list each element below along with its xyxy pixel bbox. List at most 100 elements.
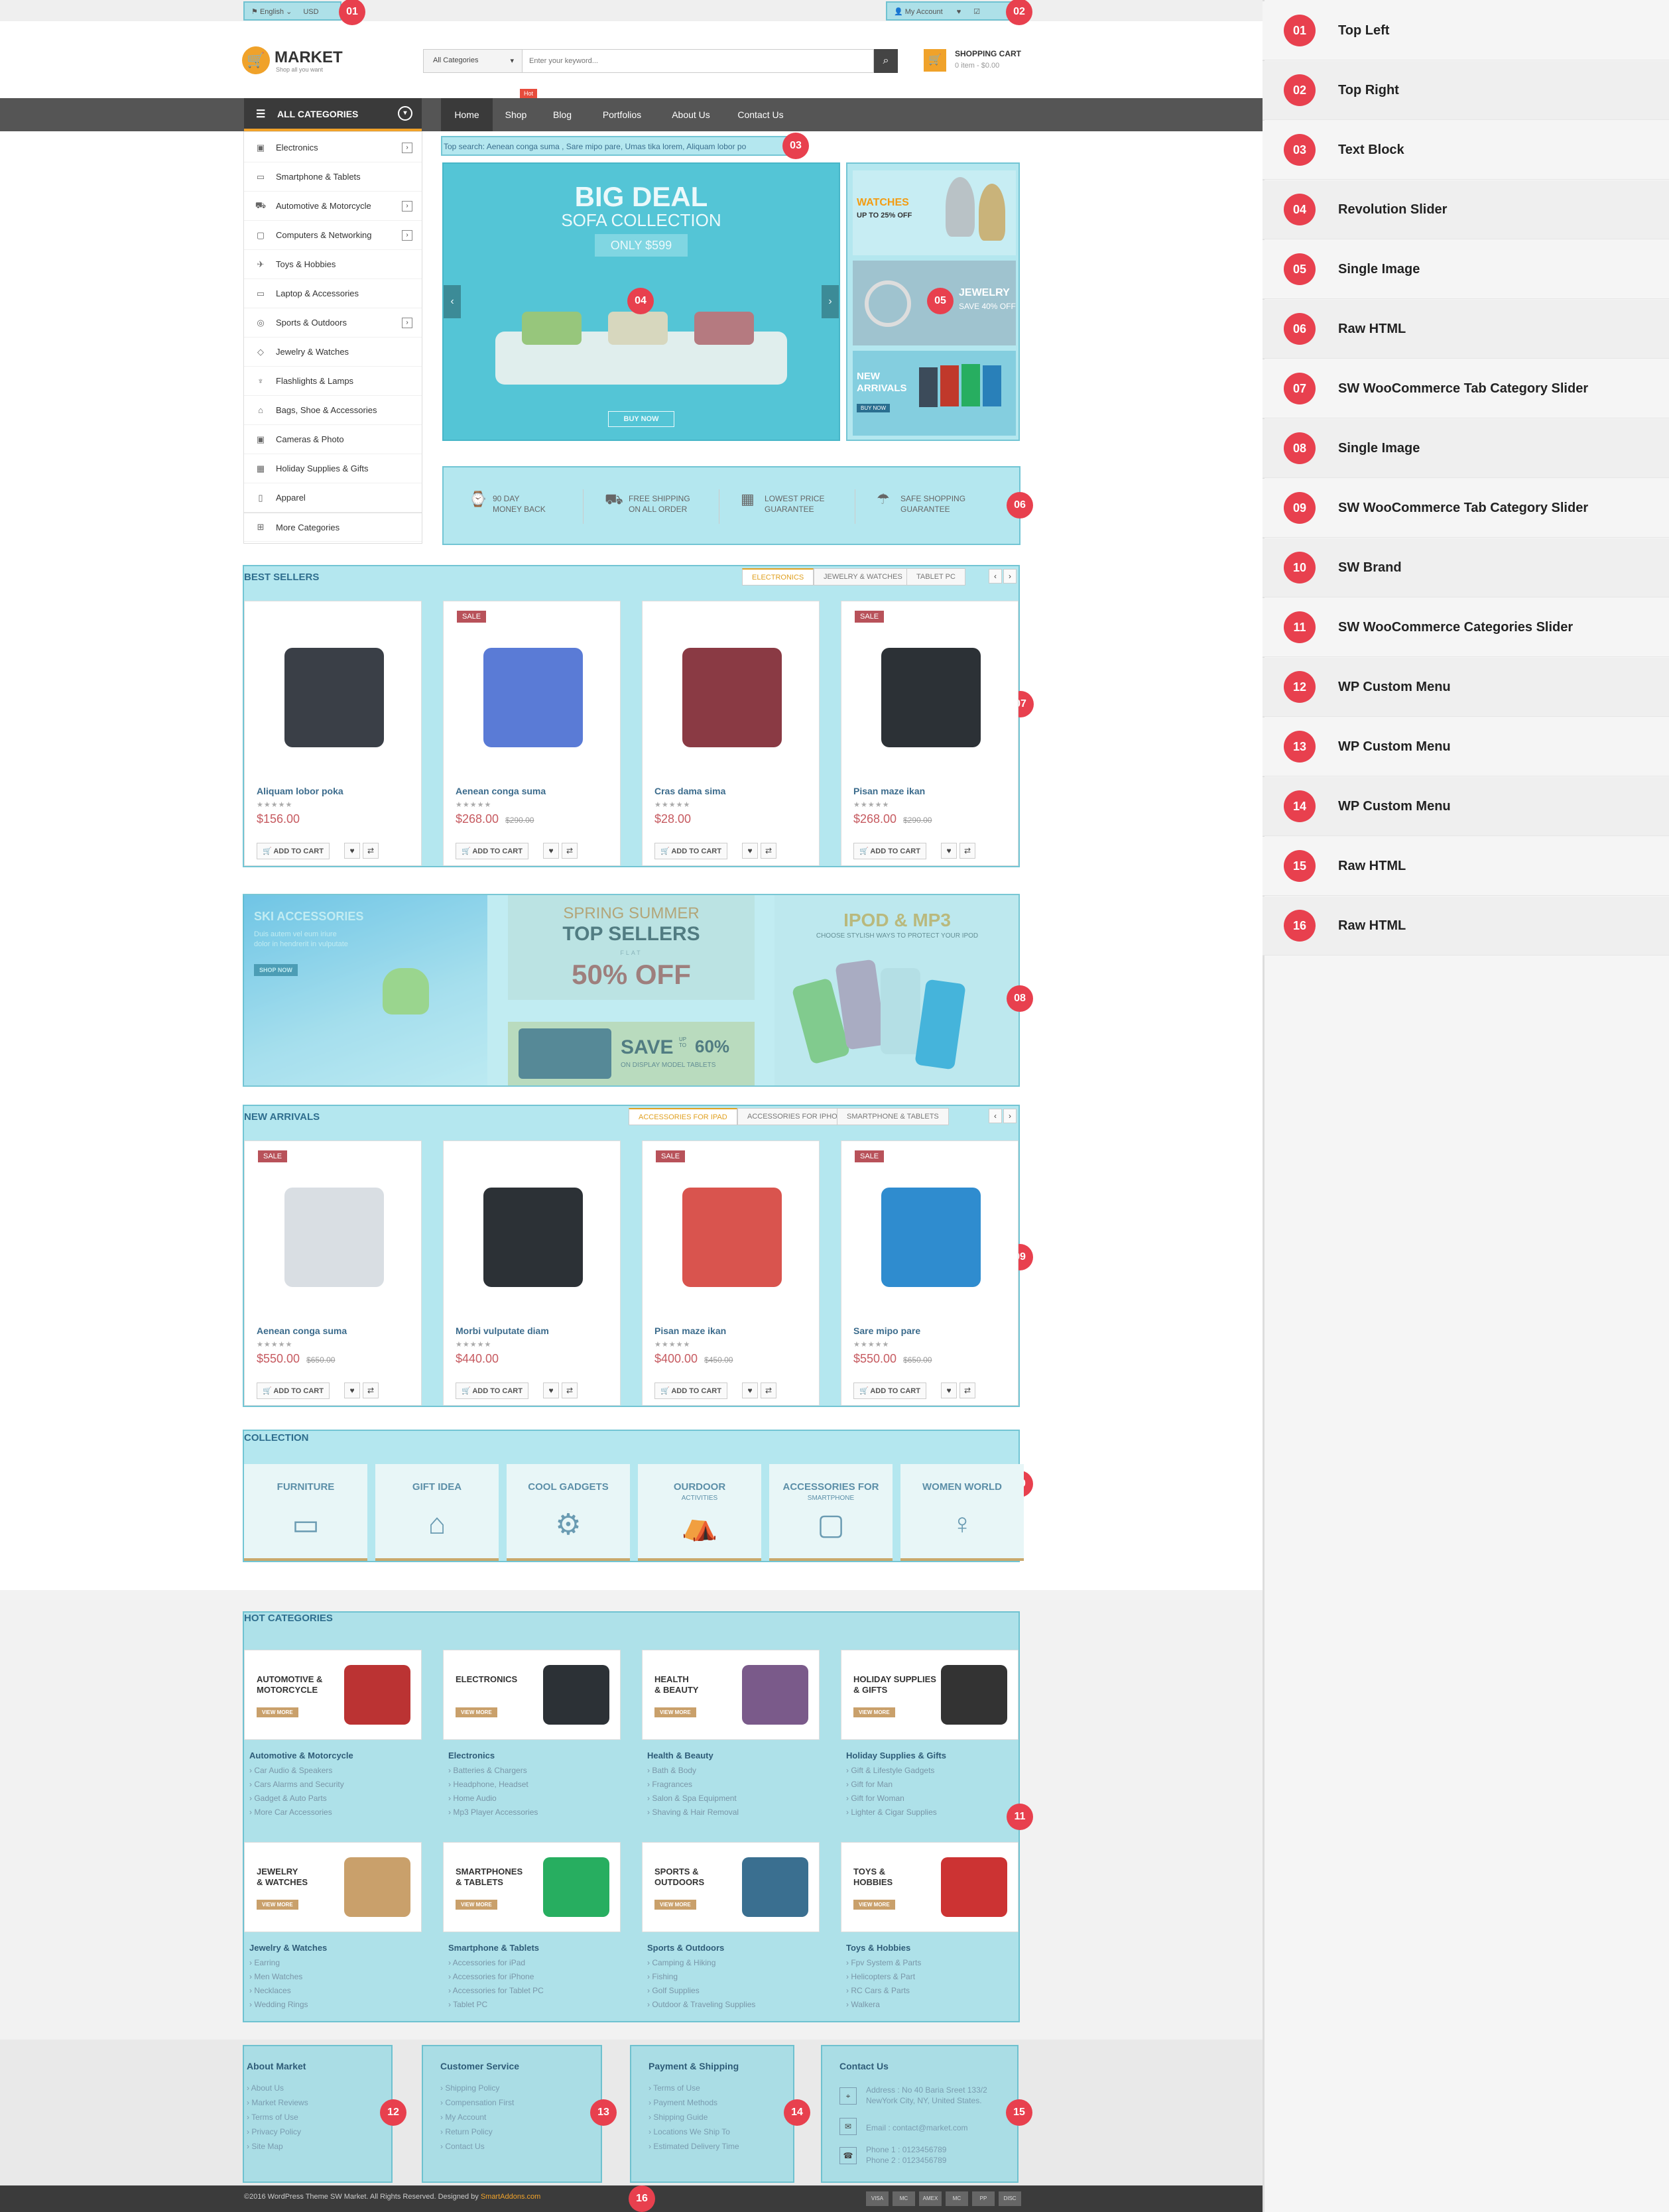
add-to-cart-button[interactable]: 🛒 ADD TO CART (853, 1382, 926, 1399)
hot-category-link[interactable]: › Shaving & Hair Removal (647, 1806, 739, 1819)
hot-category-link[interactable]: › Batteries & Chargers (448, 1764, 527, 1778)
footer-link[interactable]: › Estimated Delivery Time (649, 2139, 792, 2154)
product-name[interactable]: Cras dama sima (654, 786, 725, 796)
product-image[interactable] (682, 648, 782, 747)
compare-icon[interactable]: ⇄ (959, 843, 975, 859)
add-to-cart-button[interactable]: 🛒 ADD TO CART (654, 1382, 727, 1399)
tabs-prev-arrow[interactable]: ‹ (989, 569, 1002, 584)
footer-link[interactable]: › Payment Methods (649, 2095, 792, 2110)
hot-category-link[interactable]: › Gift for Woman (846, 1792, 904, 1806)
view-more-button[interactable]: VIEW MORE (456, 1707, 497, 1717)
nav-home[interactable]: Home (441, 98, 493, 131)
hot-category-banner[interactable]: TOYS & HOBBIES VIEW MORE (841, 1842, 1019, 1932)
chevron-right-icon[interactable]: › (402, 142, 412, 153)
hot-category-banner[interactable]: ELECTRONICS VIEW MORE (443, 1650, 621, 1740)
product-card[interactable]: SALE Pisan maze ikan ★★★★★ $268.00 $290.00 🛒 … (841, 601, 1019, 866)
product-name[interactable]: Aenean conga suma (257, 1325, 347, 1336)
hot-category-link[interactable]: › Accessories for iPhone (448, 1970, 534, 1984)
product-name[interactable]: Pisan maze ikan (853, 786, 925, 796)
hot-category-link[interactable]: › Camping & Hiking (647, 1956, 715, 1970)
heart-icon[interactable]: ♥ (941, 1382, 957, 1398)
product-image[interactable] (284, 1188, 384, 1287)
heart-icon[interactable]: ♥ (543, 843, 559, 859)
chevron-right-icon[interactable]: › (402, 317, 412, 328)
cart-title[interactable]: SHOPPING CART (955, 49, 1021, 58)
heart-icon[interactable]: ♥ (344, 843, 360, 859)
hot-category-link[interactable]: › Fpv System & Parts (846, 1956, 921, 1970)
footer-link[interactable]: › Contact Us (440, 2139, 599, 2154)
sidebar-item[interactable]: ▣ Cameras & Photo (244, 425, 422, 454)
hot-category-name[interactable]: Sports & Outdoors (647, 1943, 724, 1953)
product-image[interactable] (284, 648, 384, 747)
tab-0[interactable]: ACCESSORIES FOR IPAD (629, 1108, 737, 1125)
search-input[interactable] (523, 49, 874, 73)
hot-category-link[interactable]: › Accessories for iPad (448, 1956, 525, 1970)
hot-category-link[interactable]: › Wedding Rings (249, 1998, 308, 2012)
sidebar-item[interactable]: ▢ Computers & Networking › (244, 221, 422, 250)
hot-category-banner[interactable]: HOLIDAY SUPPLIES & GIFTS VIEW MORE (841, 1650, 1019, 1740)
footer-link[interactable]: › Privacy Policy (247, 2124, 390, 2139)
hot-category-name[interactable]: Electronics (448, 1751, 495, 1760)
hot-category-link[interactable]: › Salon & Spa Equipment (647, 1792, 737, 1806)
collection-item[interactable]: OURDOOR ACTIVITIES ⛺ (638, 1464, 761, 1561)
nav-contact[interactable]: Contact Us (723, 98, 798, 131)
heart-icon[interactable]: ♥ (742, 1382, 758, 1398)
tabs-prev-arrow[interactable]: ‹ (989, 1109, 1002, 1123)
product-card[interactable]: Aliquam lobor poka ★★★★★ $156.00 🛒 ADD TO C… (244, 601, 422, 866)
view-more-button[interactable]: VIEW MORE (654, 1900, 696, 1910)
product-image[interactable] (682, 1188, 782, 1287)
hot-category-name[interactable]: Jewelry & Watches (249, 1943, 327, 1953)
checkout-icon[interactable]: ☑ (973, 8, 980, 16)
tabs-next-arrow[interactable]: › (1003, 1109, 1017, 1123)
product-card[interactable]: SALE Aenean conga suma ★★★★★ $268.00 $290.00… (443, 601, 621, 866)
hot-category-link[interactable]: › Cars Alarms and Security (249, 1778, 344, 1792)
footer-link[interactable]: › Terms of Use (247, 2110, 390, 2124)
compare-icon[interactable]: ⇄ (761, 1382, 776, 1398)
chevron-right-icon[interactable]: › (402, 200, 412, 212)
sidebar-item[interactable]: ◎ Sports & Outdoors › (244, 308, 422, 338)
tab-2[interactable]: SMARTPHONE & TABLETS (837, 1108, 949, 1125)
hot-category-link[interactable]: › RC Cars & Parts (846, 1984, 910, 1998)
hot-category-link[interactable]: › Walkera (846, 1998, 880, 2012)
chevron-right-icon[interactable]: › (402, 229, 412, 241)
tabs-next-arrow[interactable]: › (1003, 569, 1017, 584)
sidebar-item[interactable]: ⊞ More Categories (244, 513, 422, 542)
compare-icon[interactable]: ⇄ (562, 843, 578, 859)
compare-icon[interactable]: ⇄ (761, 843, 776, 859)
footer-link[interactable]: › About Us (247, 2081, 390, 2095)
footer-link[interactable]: › Market Reviews (247, 2095, 390, 2110)
product-image[interactable] (881, 1188, 981, 1287)
hot-category-banner[interactable]: SPORTS & OUTDOORS VIEW MORE (642, 1842, 820, 1932)
view-more-button[interactable]: VIEW MORE (853, 1900, 895, 1910)
product-name[interactable]: Sare mipo pare (853, 1325, 920, 1336)
heart-icon[interactable]: ♥ (941, 843, 957, 859)
cart-icon[interactable]: 🛒 (924, 49, 946, 72)
hot-category-name[interactable]: Automotive & Motorcycle (249, 1751, 353, 1760)
tab-1[interactable]: JEWELRY & WATCHES (814, 568, 912, 585)
footer-link[interactable]: › Compensation First (440, 2095, 599, 2110)
add-to-cart-button[interactable]: 🛒 ADD TO CART (456, 1382, 528, 1399)
footer-link[interactable]: › Shipping Policy (440, 2081, 599, 2095)
product-image[interactable] (881, 648, 981, 747)
product-name[interactable]: Aenean conga suma (456, 786, 546, 796)
sidebar-item[interactable]: ▭ Smartphone & Tablets (244, 162, 422, 192)
hot-category-name[interactable]: Smartphone & Tablets (448, 1943, 539, 1953)
product-image[interactable] (483, 648, 583, 747)
hot-category-name[interactable]: Toys & Hobbies (846, 1943, 910, 1953)
search-button[interactable]: ⌕ (874, 49, 898, 73)
nav-portfolios[interactable]: Portfolios (586, 98, 658, 131)
hot-category-link[interactable]: › Fishing (647, 1970, 678, 1984)
product-card[interactable]: SALE Pisan maze ikan ★★★★★ $400.00 $450.00 🛒 … (642, 1140, 820, 1406)
hot-category-name[interactable]: Health & Beauty (647, 1751, 713, 1760)
product-card[interactable]: Morbi vulputate diam ★★★★★ $440.00 🛒 ADD TO… (443, 1140, 621, 1406)
hot-category-link[interactable]: › Accessories for Tablet PC (448, 1984, 544, 1998)
my-account-link[interactable]: My Account (905, 8, 943, 16)
view-more-button[interactable]: VIEW MORE (853, 1707, 895, 1717)
sidebar-item[interactable]: ⛟ Automotive & Motorcycle › (244, 192, 422, 221)
add-to-cart-button[interactable]: 🛒 ADD TO CART (654, 843, 727, 859)
view-more-button[interactable]: VIEW MORE (257, 1707, 298, 1717)
heart-icon[interactable]: ♥ (344, 1382, 360, 1398)
compare-icon[interactable]: ⇄ (363, 1382, 379, 1398)
product-card[interactable]: Cras dama sima ★★★★★ $28.00 🛒 ADD TO CART ♥ ⇄ (642, 601, 820, 866)
collection-item[interactable]: FURNITURE ▭ (244, 1464, 367, 1561)
